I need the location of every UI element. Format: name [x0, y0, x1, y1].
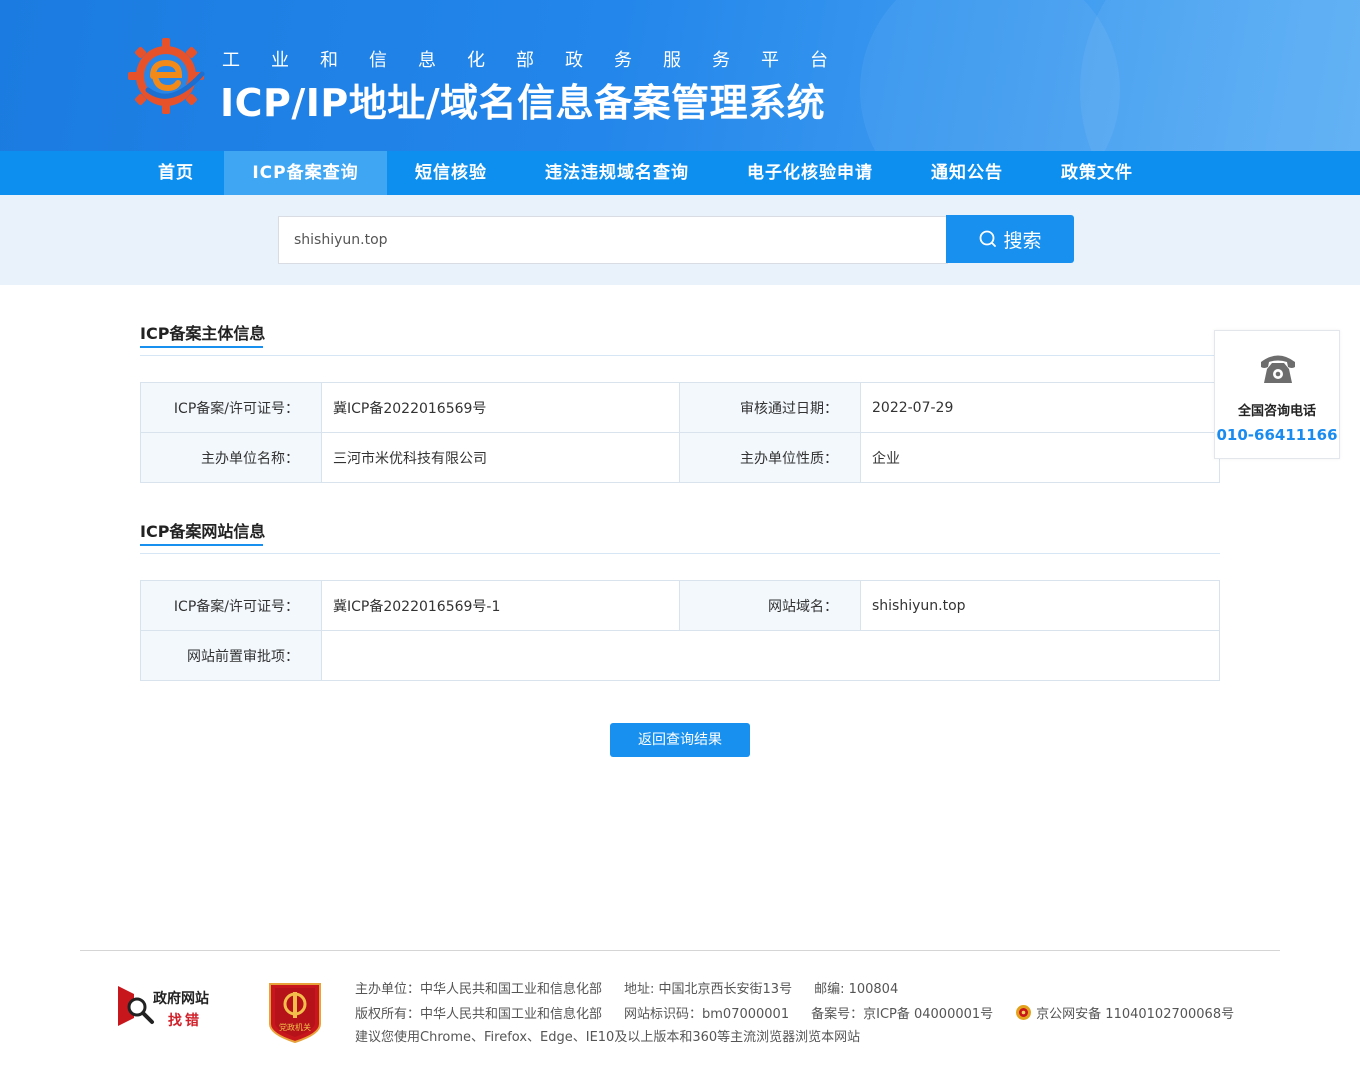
footer-site-id: 网站标识码：bm07000001 — [624, 1007, 790, 1022]
org-type-label: 主办单位性质： — [679, 432, 861, 483]
table-row: 网站前置审批项： — [140, 630, 1220, 681]
website-info-title: ICP备案网站信息 — [140, 518, 266, 546]
platform-subtitle: 工业和信息化部政务服务平台 — [222, 50, 859, 71]
nav-item-illegal-domain[interactable]: 违法违规域名查询 — [530, 151, 704, 195]
footer-divider — [80, 950, 1280, 951]
license-value: 冀ICP备2022016569号 — [321, 382, 680, 433]
gov-badge-line2: 找错 — [168, 1013, 202, 1029]
miit-logo-icon — [128, 38, 205, 114]
nav-item-notices[interactable]: 通知公告 — [916, 151, 1018, 195]
police-emblem-icon — [1016, 1005, 1032, 1020]
nav-item-sms-verify[interactable]: 短信核验 — [400, 151, 502, 195]
nav-item-icp-query[interactable]: ICP备案查询 — [224, 151, 387, 195]
gov-badge-line1: 政府网站 — [153, 991, 209, 1007]
license-label: ICP备案/许可证号： — [140, 382, 322, 433]
domain-label: 网站域名： — [679, 580, 861, 631]
banner-decoration — [1080, 0, 1360, 151]
hotline-label: 全国咨询电话 — [1237, 404, 1316, 419]
search-input[interactable] — [278, 216, 948, 264]
footer-line-3: 建议您使用Chrome、Firefox、Edge、IE10及以上版本和360等主… — [355, 1026, 882, 1045]
approve-date-label: 审核通过日期： — [679, 382, 861, 433]
error-report-icon — [118, 986, 154, 1026]
footer-postcode: 邮编: 100804 — [814, 982, 899, 997]
section-underline — [140, 346, 263, 348]
footer-address: 地址: 中国北京西长安街13号 — [624, 982, 793, 997]
footer-icp-record[interactable]: 备案号：京ICP备 04000001号 — [811, 1007, 993, 1022]
domain-value: shishiyun.top — [860, 580, 1220, 631]
site-license-value: 冀ICP备2022016569号-1 — [321, 580, 680, 631]
search-button[interactable]: 搜索 — [946, 215, 1074, 263]
nav-item-e-verify[interactable]: 电子化核验申请 — [730, 151, 890, 195]
footer-police-record[interactable]: 京公网安备 11040102700068号 — [1036, 1007, 1234, 1022]
footer-line-2: 版权所有：中华人民共和国工业和信息化部 网站标识码：bm07000001 备案号：京… — [355, 1003, 1234, 1022]
section-divider — [140, 553, 1220, 554]
search-icon — [980, 230, 997, 247]
gov-site-error-report-badge[interactable]: 政府网站 找错 — [116, 984, 216, 1029]
table-row: ICP备案/许可证号： 冀ICP备2022016569号 审核通过日期： 202… — [140, 382, 1220, 433]
section-divider — [140, 355, 1220, 356]
approve-date-value: 2022-07-29 — [860, 382, 1220, 433]
website-info-title-text: ICP备案网站信息 — [140, 522, 266, 541]
subject-info-table: ICP备案/许可证号： 冀ICP备2022016569号 审核通过日期： 202… — [140, 382, 1220, 483]
pre-approval-value — [321, 630, 1220, 681]
subject-info-title: ICP备案主体信息 — [140, 320, 266, 348]
nav-item-policy[interactable]: 政策文件 — [1046, 151, 1148, 195]
website-info-table: ICP备案/许可证号： 冀ICP备2022016569号-1 网站域名： shi… — [140, 580, 1220, 681]
party-government-badge-icon[interactable]: 党政机关 — [268, 980, 322, 1044]
nav-item-home[interactable]: 首页 — [140, 151, 212, 195]
org-name-value: 三河市米优科技有限公司 — [321, 432, 680, 483]
party-badge-text: 党政机关 — [279, 1022, 311, 1032]
hotline-number: 010-66411166 — [1216, 426, 1338, 444]
org-type-value: 企业 — [860, 432, 1220, 483]
subject-info-title-text: ICP备案主体信息 — [140, 324, 266, 343]
footer-copyright: 版权所有：中华人民共和国工业和信息化部 — [355, 1007, 603, 1022]
pre-approval-label: 网站前置审批项： — [140, 630, 322, 681]
hotline-widget[interactable]: 全国咨询电话 010-66411166 — [1214, 330, 1340, 459]
table-row: ICP备案/许可证号： 冀ICP备2022016569号-1 网站域名： shi… — [140, 580, 1220, 631]
header-banner: 工业和信息化部政务服务平台 ICP/IP地址/域名信息备案管理系统 — [0, 0, 1360, 151]
page-title: ICP/IP地址/域名信息备案管理系统 — [220, 81, 826, 125]
footer-browser-tip: 建议您使用Chrome、Firefox、Edge、IE10及以上版本和360等主… — [355, 1030, 861, 1045]
org-name-label: 主办单位名称： — [140, 432, 322, 483]
telephone-icon — [1261, 355, 1295, 383]
footer-line-1: 主办单位：中华人民共和国工业和信息化部 地址: 中国北京西长安街13号 邮编: 10… — [355, 978, 920, 997]
footer-host: 主办单位：中华人民共和国工业和信息化部 — [355, 982, 603, 997]
search-band: 搜索 — [0, 195, 1360, 285]
main-nav: 首页 ICP备案查询 短信核验 违法违规域名查询 电子化核验申请 通知公告 政策… — [0, 151, 1360, 195]
section-underline — [140, 544, 263, 546]
back-to-results-button[interactable]: 返回查询结果 — [610, 723, 750, 757]
site-license-label: ICP备案/许可证号： — [140, 580, 322, 631]
search-button-label: 搜索 — [1003, 229, 1042, 252]
table-row: 主办单位名称： 三河市米优科技有限公司 主办单位性质： 企业 — [140, 432, 1220, 483]
